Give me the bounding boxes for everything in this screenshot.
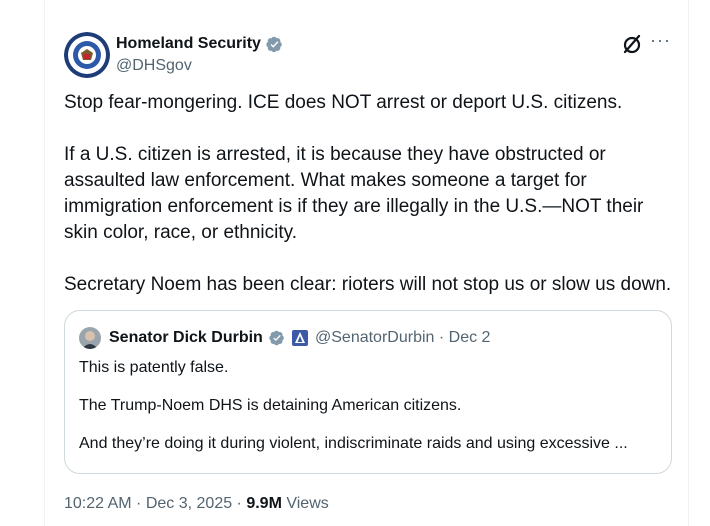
grok-icon[interactable] xyxy=(620,32,644,56)
tweet-timestamp[interactable]: 10:22 AM · Dec 3, 2025 xyxy=(64,495,232,512)
quoted-handle-date: @SenatorDurbin · Dec 2 xyxy=(315,329,491,346)
tweet-text: Stop fear-mongering. ICE does NOT arrest… xyxy=(64,92,672,295)
quoted-author-name: Senator Dick Durbin xyxy=(109,329,263,346)
meta-separator: · xyxy=(131,495,146,512)
quoted-tweet[interactable]: Senator Dick Durbin @SenatorDurbin · Dec… xyxy=(64,310,672,474)
quoted-text-line: The Trump-Noem DHS is detaining American… xyxy=(79,397,462,414)
quoted-text-line: This is patently false. xyxy=(79,359,229,376)
views-label: Views xyxy=(281,495,329,512)
government-label-icon xyxy=(292,330,308,346)
more-dots-icon[interactable]: ··· xyxy=(650,30,674,54)
author-handle[interactable]: @DHSgov xyxy=(116,56,192,76)
author-avatar[interactable] xyxy=(64,32,110,78)
views-count: 9.9M xyxy=(246,495,282,512)
quoted-text: This is patently false. The Trump-Noem D… xyxy=(79,357,659,455)
tweet-metadata: 10:22 AM · Dec 3, 2025 · 9.9M Views xyxy=(64,494,329,514)
quoted-author-avatar xyxy=(79,327,101,349)
verified-badge-icon xyxy=(266,36,282,53)
tweet-time: 10:22 AM xyxy=(64,495,132,512)
meta-separator: · xyxy=(232,495,247,512)
tweet-date: Dec 3, 2025 xyxy=(145,495,233,512)
quoted-text-line: And they’re doing it during violent, ind… xyxy=(79,435,628,452)
verified-badge-icon xyxy=(269,330,284,346)
author-name[interactable]: Homeland Security xyxy=(116,34,261,54)
